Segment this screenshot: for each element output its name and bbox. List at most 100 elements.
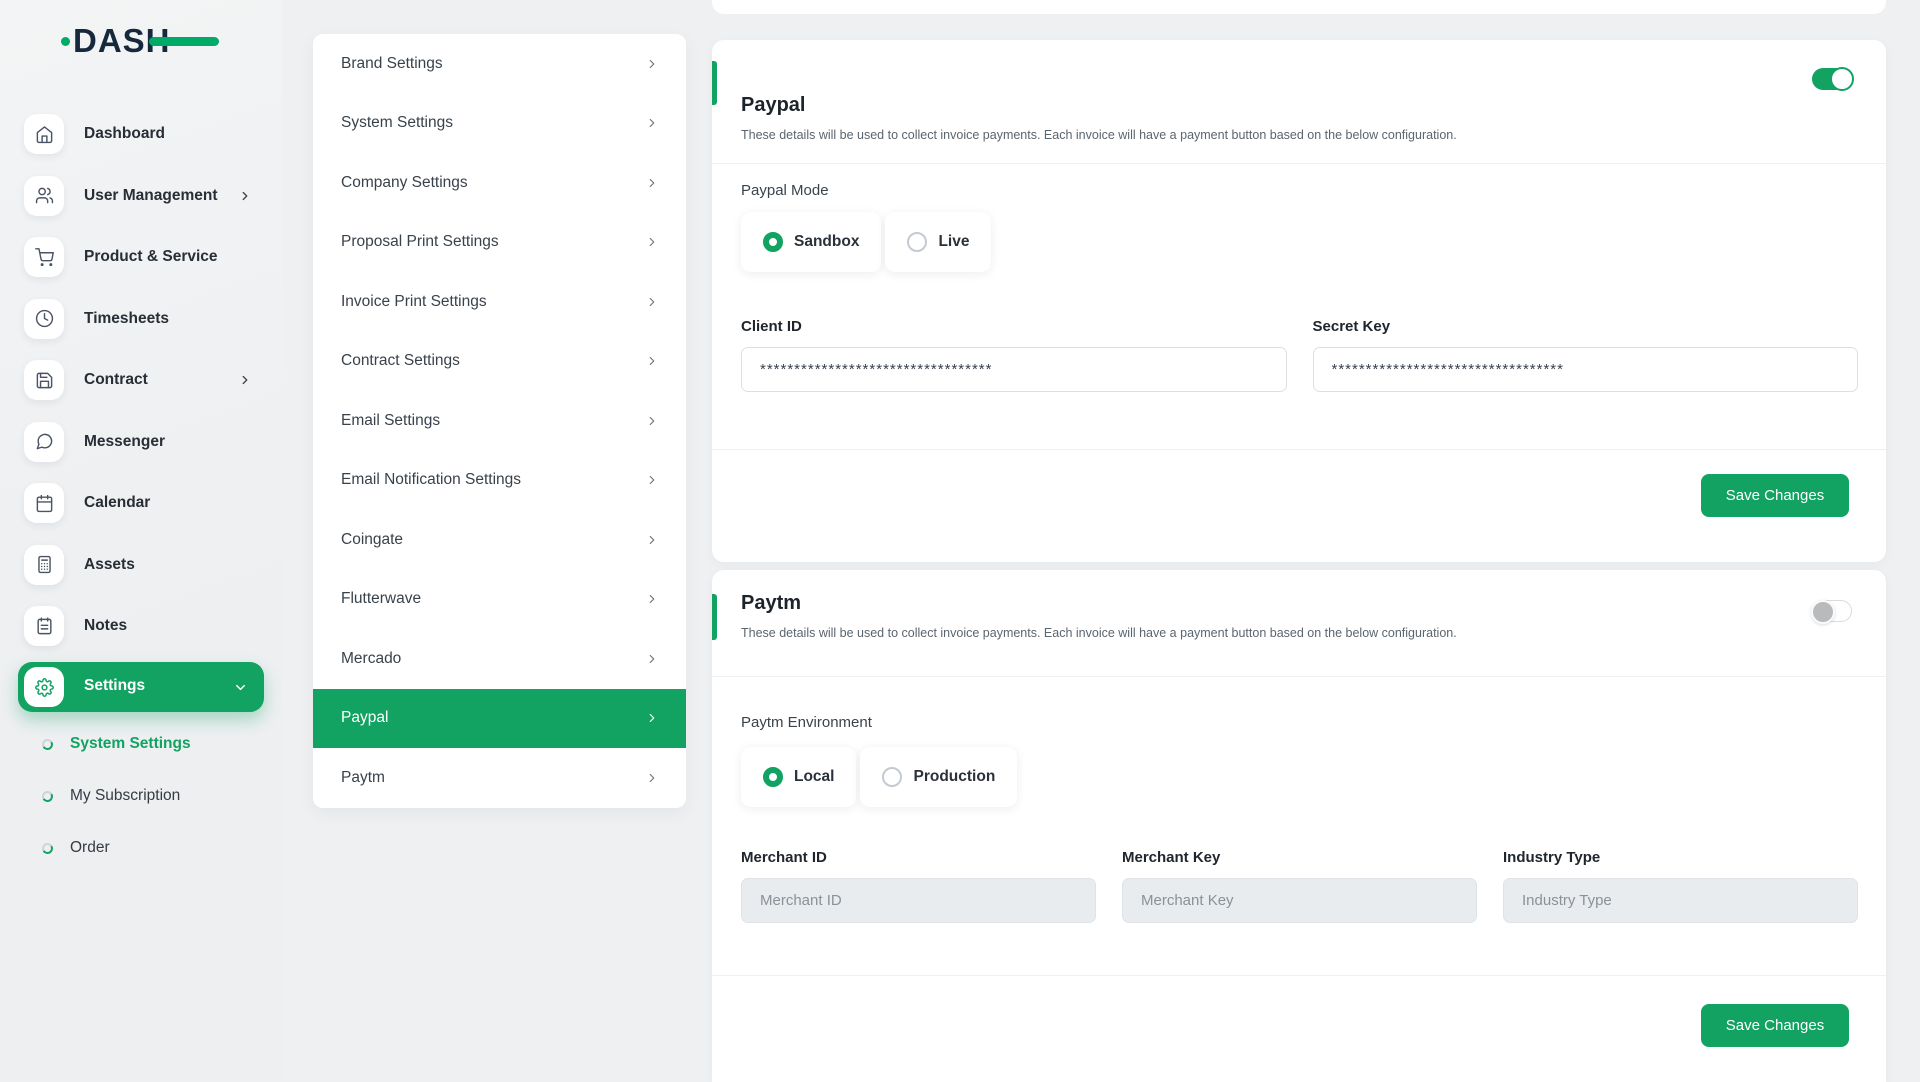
settings-menu-item-contract-settings[interactable]: Contract Settings: [313, 332, 686, 392]
merchant-key-field: Merchant Key: [1122, 849, 1477, 923]
settings-menu-item-label: Mercado: [341, 650, 401, 668]
settings-menu-item-label: Flutterwave: [341, 590, 421, 608]
sidebar-item-messenger[interactable]: Messenger: [0, 422, 282, 462]
radio-icon: [882, 767, 902, 787]
item-icon: [24, 299, 64, 339]
radio-label: Live: [938, 233, 969, 251]
chevron-right-icon: [645, 295, 659, 309]
settings-menu-item-invoice-print-settings[interactable]: Invoice Print Settings: [313, 272, 686, 332]
client-id-label: Client ID: [741, 318, 1287, 335]
radio-icon: [763, 767, 783, 787]
client-id-field: Client ID: [741, 318, 1287, 392]
settings-menu-item-label: Email Settings: [341, 412, 440, 430]
chevron-down-icon: [233, 680, 248, 700]
sidebar-subitem-system-settings[interactable]: System Settings: [0, 729, 282, 759]
secret-key-input[interactable]: [1313, 347, 1859, 392]
settings-menu-item-paypal[interactable]: Paypal: [313, 689, 686, 749]
merchant-id-field: Merchant ID: [741, 849, 1096, 923]
merchant-id-input[interactable]: [741, 878, 1096, 923]
settings-menu-item-label: Paytm: [341, 769, 385, 787]
sidebar-subitem-my-subscription[interactable]: My Subscription: [0, 781, 282, 811]
radio-label: Local: [794, 768, 834, 786]
settings-menu-item-email-settings[interactable]: Email Settings: [313, 391, 686, 451]
paytm-save-button[interactable]: Save Changes: [1701, 1004, 1849, 1047]
secret-key-label: Secret Key: [1313, 318, 1859, 335]
sidebar-nav: Dashboard User Management Product & Serv…: [0, 114, 282, 646]
chevron-right-icon: [645, 711, 659, 725]
merchant-id-label: Merchant ID: [741, 849, 1096, 866]
radio-option-live[interactable]: Live: [885, 212, 991, 272]
sidebar-item-user-management[interactable]: User Management: [0, 176, 282, 216]
paypal-toggle[interactable]: [1812, 68, 1852, 90]
divider: [712, 676, 1886, 677]
settings-menu-item-mercado[interactable]: Mercado: [313, 629, 686, 689]
bullet-icon: [41, 841, 54, 854]
sidebar-item-product-service[interactable]: Product & Service: [0, 237, 282, 277]
settings-menu-item-system-settings[interactable]: System Settings: [313, 94, 686, 154]
sidebar-item-label: User Management: [84, 187, 218, 205]
sidebar-item-calendar[interactable]: Calendar: [0, 483, 282, 523]
settings-menu-item-label: Proposal Print Settings: [341, 233, 499, 251]
logo-dot-icon: [61, 37, 70, 46]
sidebar-item-timesheets[interactable]: Timesheets: [0, 299, 282, 339]
sidebar-item-settings[interactable]: Settings: [18, 662, 264, 712]
divider: [712, 975, 1886, 976]
radio-label: Sandbox: [794, 233, 859, 251]
sidebar-subitem-order[interactable]: Order: [0, 833, 282, 863]
radio-icon: [763, 232, 783, 252]
sidebar-subitem-label: Order: [70, 839, 110, 857]
sidebar-item-label: Assets: [84, 556, 135, 574]
settings-menu-item-email-notification-settings[interactable]: Email Notification Settings: [313, 451, 686, 511]
paytm-toggle[interactable]: [1812, 600, 1852, 622]
app-logo[interactable]: DASH: [73, 22, 171, 62]
industry-type-input[interactable]: [1503, 878, 1858, 923]
chevron-right-icon: [645, 414, 659, 428]
radio-option-local[interactable]: Local: [741, 747, 856, 807]
chevron-right-icon: [645, 652, 659, 666]
settings-menu-item-proposal-print-settings[interactable]: Proposal Print Settings: [313, 213, 686, 273]
item-icon: [24, 483, 64, 523]
settings-menu-item-label: Email Notification Settings: [341, 471, 521, 489]
chevron-right-icon: [645, 176, 659, 190]
accent-bar: [712, 594, 717, 640]
chevron-right-icon: [645, 473, 659, 487]
sidebar-item-contract[interactable]: Contract: [0, 360, 282, 400]
bullet-icon: [41, 737, 54, 750]
chevron-right-icon: [645, 116, 659, 130]
paypal-save-button[interactable]: Save Changes: [1701, 474, 1849, 517]
sidebar-item-label: Notes: [84, 617, 127, 635]
settings-menu-item-label: Company Settings: [341, 174, 468, 192]
main-content: Paypal These details will be used to col…: [712, 0, 1886, 1080]
secret-key-field: Secret Key: [1313, 318, 1859, 392]
industry-type-field: Industry Type: [1503, 849, 1858, 923]
industry-type-label: Industry Type: [1503, 849, 1858, 866]
sidebar-item-notes[interactable]: Notes: [0, 606, 282, 646]
radio-option-production[interactable]: Production: [860, 747, 1017, 807]
toggle-knob: [1811, 600, 1835, 624]
gear-icon: [24, 667, 64, 707]
sidebar-item-label: Messenger: [84, 433, 165, 451]
paypal-title: Paypal: [741, 94, 805, 117]
settings-menu-item-paytm[interactable]: Paytm: [313, 748, 686, 808]
settings-menu-item-flutterwave[interactable]: Flutterwave: [313, 570, 686, 630]
settings-menu-item-brand-settings[interactable]: Brand Settings: [313, 34, 686, 94]
sidebar-item-label: Contract: [84, 371, 148, 389]
sidebar-item-assets[interactable]: Assets: [0, 545, 282, 585]
client-id-input[interactable]: [741, 347, 1287, 392]
paytm-environment-group: Local Production: [741, 747, 1017, 807]
settings-menu-item-label: Paypal: [341, 709, 388, 727]
settings-menu-item-coingate[interactable]: Coingate: [313, 510, 686, 570]
paytm-card: Paytm These details will be used to coll…: [712, 570, 1886, 1082]
previous-card-edge: [712, 0, 1886, 14]
radio-option-sandbox[interactable]: Sandbox: [741, 212, 881, 272]
settings-menu-item-company-settings[interactable]: Company Settings: [313, 153, 686, 213]
merchant-key-input[interactable]: [1122, 878, 1477, 923]
sidebar-item-label: Dashboard: [84, 125, 165, 143]
sidebar-item-dashboard[interactable]: Dashboard: [0, 114, 282, 154]
chevron-right-icon: [645, 771, 659, 785]
sidebar-item-label: Calendar: [84, 494, 150, 512]
item-icon: [24, 545, 64, 585]
chevron-right-icon: [645, 533, 659, 547]
logo-dash-icon: [149, 37, 219, 46]
bullet-icon: [41, 789, 54, 802]
